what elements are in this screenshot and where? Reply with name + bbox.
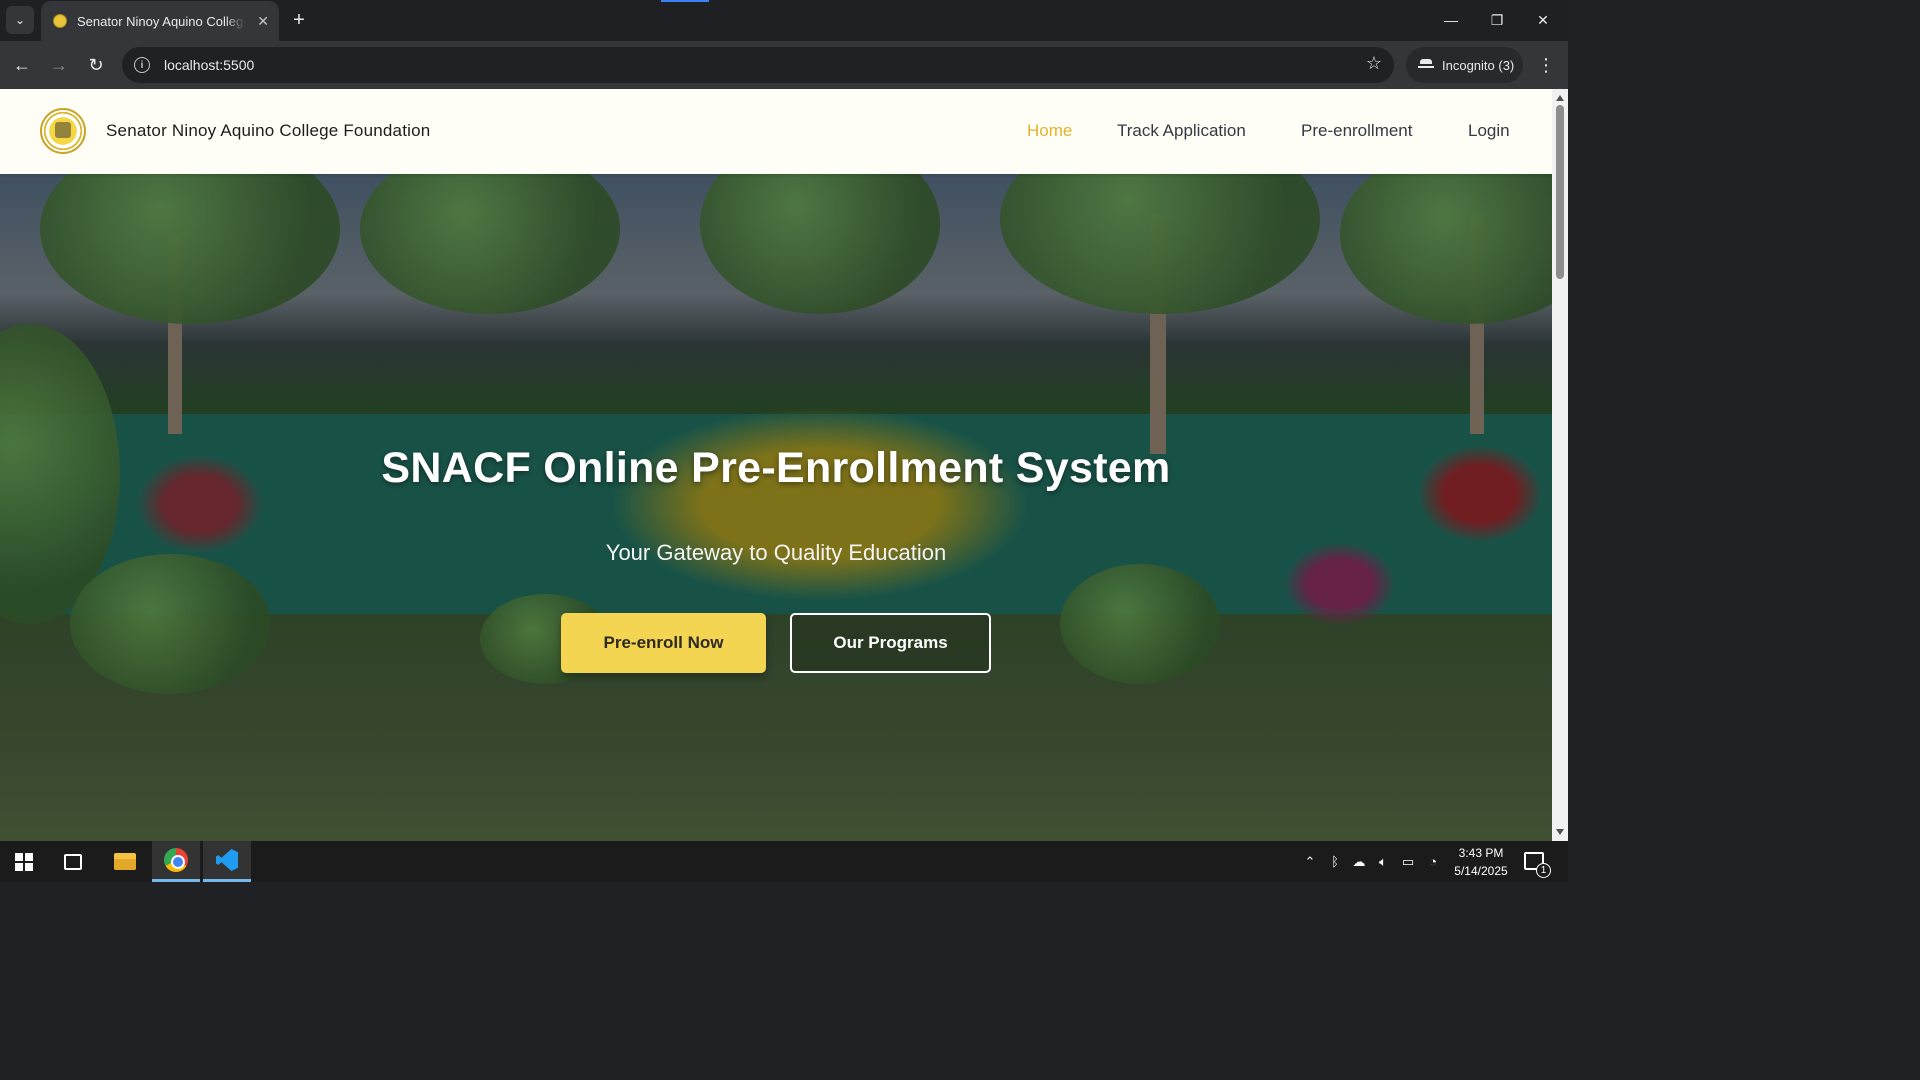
pre-enroll-now-button[interactable]: Pre-enroll Now [561, 613, 766, 673]
browser-tab[interactable]: Senator Ninoy Aquino College Foundation … [41, 1, 279, 41]
browser-toolbar: ← → ↻ i localhost:5500 ☆ Incognito (3) ⋮ [0, 41, 1568, 89]
restore-button[interactable]: ❐ [1474, 0, 1520, 40]
college-logo[interactable] [40, 108, 86, 154]
battery-icon[interactable]: ▭ [1397, 841, 1419, 882]
page-scrollbar[interactable] [1552, 89, 1568, 841]
vscode-icon [216, 849, 238, 871]
task-view-icon [64, 853, 82, 870]
hero-content: SNACF Online Pre-Enrollment System Your … [0, 174, 1552, 841]
close-window-button[interactable]: ✕ [1520, 0, 1566, 40]
onedrive-cloud-icon[interactable]: ☁ [1348, 841, 1370, 882]
incognito-indicator[interactable]: Incognito (3) [1406, 47, 1523, 83]
taskbar-clock[interactable]: 3:43 PM 5/14/2025 [1446, 844, 1516, 880]
tab-search-button[interactable]: ⌄ [6, 6, 34, 34]
hero-title: SNACF Online Pre-Enrollment System [381, 444, 1171, 492]
wifi-icon[interactable]: ◔ [1423, 841, 1443, 882]
bluetooth-icon[interactable]: ᛒ [1326, 841, 1344, 882]
tab-strip-accent [661, 0, 709, 2]
file-explorer-icon [114, 853, 136, 870]
scroll-down-icon[interactable] [1556, 829, 1564, 835]
url-text[interactable]: localhost:5500 [164, 57, 254, 73]
chrome-icon [164, 848, 188, 872]
start-button[interactable] [0, 841, 48, 882]
chevron-up-icon[interactable]: ⌃ [1300, 841, 1320, 882]
page-viewport: Senator Ninoy Aquino College Foundation … [0, 89, 1552, 841]
reload-icon: ↻ [88, 54, 104, 75]
close-icon[interactable]: ✕ [257, 13, 269, 30]
plus-icon: + [293, 8, 305, 31]
restore-icon: ❐ [1490, 11, 1504, 28]
browser-tab-strip: ⌄ Senator Ninoy Aquino College Foundatio… [0, 0, 1568, 41]
snacf-logo-icon [53, 14, 67, 28]
scroll-up-icon[interactable] [1556, 95, 1564, 101]
incognito-icon [1418, 59, 1434, 71]
info-icon[interactable]: i [134, 57, 150, 73]
nav-link-pre-enrollment[interactable]: Pre-enrollment [1301, 121, 1413, 141]
site-navbar: Senator Ninoy Aquino College Foundation … [0, 89, 1552, 174]
hero-section: SNACF Online Pre-Enrollment System Your … [0, 174, 1552, 841]
scrollbar-thumb[interactable] [1556, 105, 1564, 279]
hero-subtitle: Your Gateway to Quality Education [605, 540, 947, 565]
file-explorer-button[interactable] [101, 841, 149, 882]
our-programs-button[interactable]: Our Programs [790, 613, 991, 673]
nav-link-login[interactable]: Login [1468, 121, 1510, 141]
site-brand[interactable]: Senator Ninoy Aquino College Foundation [106, 121, 430, 141]
clock-time: 3:43 PM [1458, 846, 1504, 860]
nav-link-track-application[interactable]: Track Application [1117, 121, 1246, 141]
notification-count-badge: 1 [1536, 863, 1551, 878]
vscode-taskbar-button[interactable] [203, 841, 251, 882]
arrow-left-icon: ← [13, 54, 31, 75]
minimize-button[interactable]: — [1428, 0, 1474, 40]
star-icon[interactable]: ☆ [1366, 53, 1382, 74]
reload-button[interactable]: ↻ [82, 51, 110, 79]
kebab-menu-icon[interactable]: ⋮ [1534, 51, 1558, 79]
chrome-taskbar-button[interactable] [152, 841, 200, 882]
clock-date: 5/14/2025 [1454, 864, 1508, 878]
task-view-button[interactable] [49, 841, 97, 882]
address-bar[interactable]: i localhost:5500 ☆ [122, 47, 1394, 83]
windows-start-icon [15, 852, 33, 871]
nav-link-home[interactable]: Home [1027, 121, 1072, 141]
chevron-down-icon: ⌄ [14, 13, 26, 27]
forward-button[interactable]: → [45, 51, 73, 79]
incognito-label: Incognito (3) [1442, 57, 1515, 73]
back-button[interactable]: ← [8, 51, 36, 79]
arrow-right-icon: → [50, 54, 68, 75]
new-tab-button[interactable]: + [287, 8, 311, 32]
volume-icon[interactable]: 🔈︎ [1373, 841, 1393, 882]
windows-taskbar: ⌃ ᛒ ☁ 🔈︎ ▭ ◔ 3:43 PM 5/14/2025 1 [0, 841, 1568, 882]
close-window-icon: ✕ [1537, 11, 1549, 28]
minimize-icon: — [1444, 12, 1458, 28]
tab-title: Senator Ninoy Aquino College Foundation [77, 13, 245, 29]
